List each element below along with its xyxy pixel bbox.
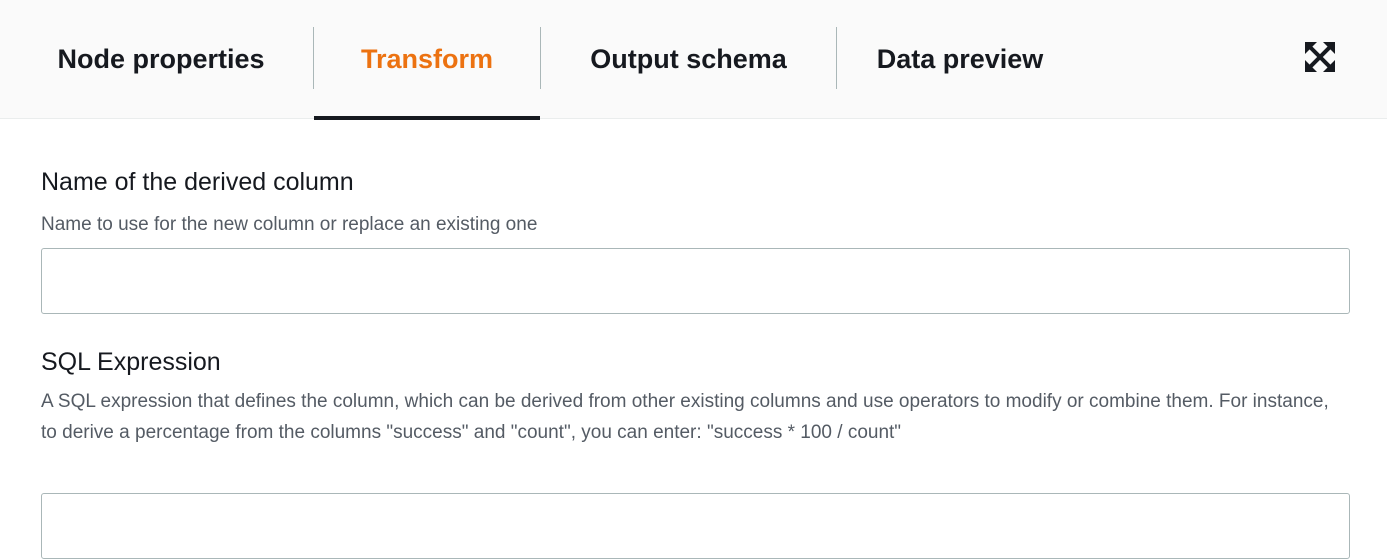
derived-column-input[interactable] bbox=[41, 248, 1350, 314]
tab-bar: Node properties Transform Output schema … bbox=[0, 0, 1387, 120]
tab-transform[interactable]: Transform bbox=[314, 0, 540, 120]
tab-data-preview[interactable]: Data preview bbox=[837, 0, 1083, 119]
tab-output-schema[interactable]: Output schema bbox=[541, 0, 836, 119]
derived-column-label: Name of the derived column bbox=[41, 168, 354, 196]
expand-arrows-icon bbox=[1305, 42, 1335, 72]
sql-expression-label: SQL Expression bbox=[41, 348, 221, 376]
tab-node-properties[interactable]: Node properties bbox=[18, 0, 304, 119]
sql-expression-input[interactable] bbox=[41, 493, 1350, 559]
expand-button[interactable] bbox=[1303, 40, 1337, 74]
sql-expression-description: A SQL expression that defines the column… bbox=[41, 391, 1329, 443]
derived-column-description: Name to use for the new column or replac… bbox=[41, 214, 538, 235]
